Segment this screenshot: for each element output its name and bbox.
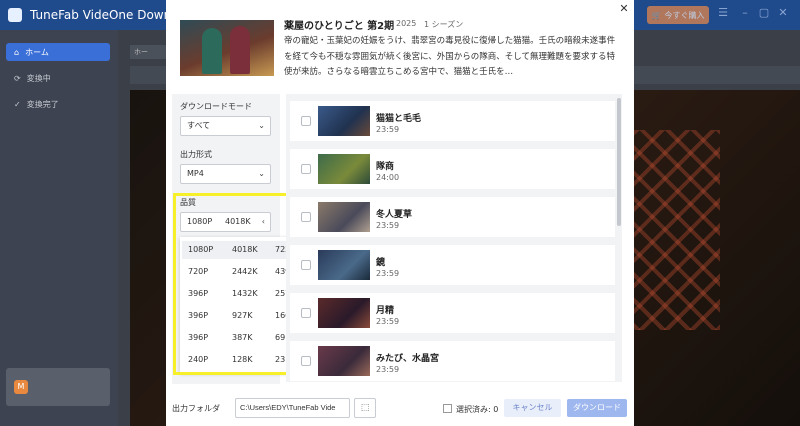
episode-title: 猫猫と毛毛 [376,114,422,124]
quality-selected-res: 1080P [187,217,213,226]
cart-icon: 🛒 [651,10,662,20]
buy-button-label: 今すぐ購入 [664,10,705,20]
episode-thumbnail [318,202,370,232]
episode-thumbnail [318,250,370,280]
output-format-value: MP4 [187,169,204,178]
sidebar-item-completed[interactable]: ✓ 変換完了 [6,95,110,113]
episode-checkbox[interactable] [301,260,311,270]
series-year: 2025 [396,19,417,28]
thumbnail-figure [202,28,222,74]
cancel-button[interactable]: キャンセル [504,399,561,417]
folder-icon: ⬚ [360,403,370,413]
episode-thumbnail [318,106,370,136]
episode-thumbnail [318,298,370,328]
episode-row[interactable]: みたび、水晶宮 23:59 [290,341,615,381]
series-thumbnail [180,20,274,76]
maximize-icon[interactable]: ▢ [757,6,771,22]
download-mode-value: すべて [187,121,211,130]
episode-duration: 23:59 [376,317,400,326]
app-logo-icon [8,8,22,22]
episode-duration: 23:59 [376,125,400,134]
episode-title: みたび、水晶宮 [376,354,440,364]
output-format-select[interactable]: MP4 ⌄ [180,164,271,184]
output-folder-label: 出力フォルダ [172,404,220,413]
episode-title: 鏡 [376,258,386,268]
chevron-down-icon: ⌄ [258,169,265,178]
episode-duration: 24:00 [376,173,400,182]
episode-thumbnail [318,346,370,376]
quality-select[interactable]: 1080P 4018K ‹ [180,212,271,232]
episode-checkbox[interactable] [301,164,311,174]
thumbnail-figure [230,26,250,74]
episode-row[interactable]: 鏡 23:59 [290,245,615,285]
output-format-label: 出力形式 [180,150,212,159]
quality-bitrate: 387K [232,333,253,342]
quality-resolution: 396P [188,333,209,342]
menu-icon[interactable]: ☰ [716,6,730,22]
episode-checkbox[interactable] [301,212,311,222]
avatar: M [14,380,28,394]
quality-bitrate: 2442K [232,267,258,276]
download-button[interactable]: ダウンロード [567,399,627,417]
refresh-icon: ⟳ [14,73,21,83]
window-close-icon[interactable]: ✕ [776,6,790,22]
select-all-checkbox[interactable] [443,404,452,413]
episode-checkbox[interactable] [301,308,311,318]
episode-row[interactable]: 隊商 24:00 [290,149,615,189]
episode-title: 隊商 [376,162,395,172]
buy-button[interactable]: 🛒 今すぐ購入 [647,6,709,24]
quality-resolution: 720P [188,267,209,276]
chevron-left-icon: ‹ [261,217,265,226]
quality-selected-bitrate: 4018K [225,217,251,226]
episode-title: 冬人夏草 [376,210,413,220]
selected-count: 選択済み: 0 [456,405,499,414]
download-mode-label: ダウンロードモード [180,102,252,111]
episode-checkbox[interactable] [301,116,311,126]
sidebar-item-label: 変換完了 [26,99,59,109]
episode-duration: 23:59 [376,221,400,230]
episode-duration: 23:59 [376,365,400,374]
quality-resolution: 396P [188,311,209,320]
app-sidebar [0,30,118,426]
modal-close-icon[interactable]: ✕ [618,3,630,15]
quality-resolution: 240P [188,355,209,364]
home-icon: ⌂ [14,47,20,57]
episode-row[interactable]: 月精 23:59 [290,293,615,333]
episode-scrollbar[interactable] [617,98,621,226]
output-folder-path[interactable]: C:\Users\EDY\TuneFab Vide [235,398,350,418]
chevron-down-icon: ⌄ [258,121,265,130]
quality-resolution: 1080P [188,245,214,254]
quality-resolution: 396P [188,289,209,298]
sidebar-item-converting[interactable]: ⟳ 変換中 [6,69,110,87]
episode-checkbox[interactable] [301,356,311,366]
episode-thumbnail [318,154,370,184]
download-mode-select[interactable]: すべて ⌄ [180,116,271,136]
sidebar-item-home[interactable]: ⌂ ホーム [6,43,110,61]
quality-bitrate: 1432K [232,289,258,298]
sidebar-item-label: ホーム [25,47,49,57]
quality-label: 品質 [180,198,196,207]
quality-bitrate: 128K [232,355,253,364]
episode-row[interactable]: 猫猫と毛毛 23:59 [290,101,615,141]
series-season-count: 1 シーズン [424,20,464,29]
minimize-icon[interactable]: – [738,6,752,22]
user-account[interactable]: M [6,368,110,406]
episode-row[interactable]: 冬人夏草 23:59 [290,197,615,237]
sidebar-item-label: 変換中 [26,73,51,83]
check-circle-icon: ✓ [14,99,21,109]
series-title: 薬屋のひとりごと 第2期 [284,21,395,32]
quality-bitrate: 4018K [232,245,258,254]
episode-title: 月精 [376,306,395,316]
browse-folder-button[interactable]: ⬚ [354,398,376,418]
episode-duration: 23:59 [376,269,400,278]
quality-bitrate: 927K [232,311,253,320]
series-description: 帝の寵妃・玉葉妃の妊娠をうけ、翡翠宮の毒見役に復帰した猫猫。壬氏の暗殺未遂事件を… [284,36,616,77]
